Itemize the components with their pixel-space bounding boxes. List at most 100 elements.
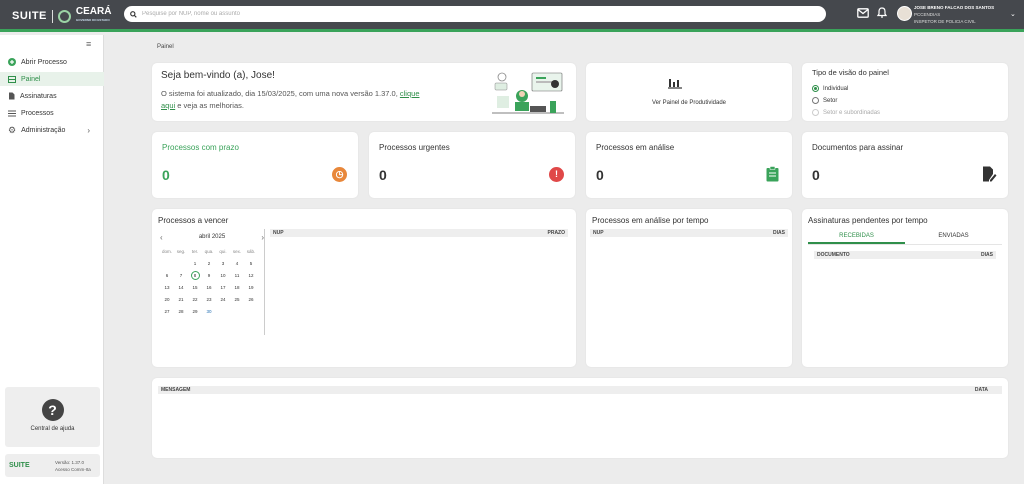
calendar-day[interactable]: 29 [188, 307, 202, 316]
calendar-day[interactable]: 18 [230, 283, 244, 292]
calendar-day[interactable]: 22 [188, 295, 202, 304]
calendar-day[interactable]: 15 [188, 283, 202, 292]
welcome-card: Seja bem-vindo (a), Jose! O sistema foi … [152, 63, 576, 121]
sidebar-item-label: Administração [21, 126, 66, 134]
help-label: Central de ajuda [30, 426, 75, 432]
search-input[interactable] [142, 11, 742, 17]
calendar-weekday: sáb. [246, 249, 256, 254]
calendar-day[interactable]: 26 [244, 295, 258, 304]
calendar-day[interactable]: 7 [174, 271, 188, 280]
calendar-day[interactable]: 17 [216, 283, 230, 292]
tab-enviadas[interactable]: ENVIADAS [905, 230, 1002, 244]
collapse-menu-icon[interactable]: ≡ [86, 39, 91, 49]
calendar: ‹ abril 2025 › dom. seg. ter. qua. qui. sex. s… [160, 234, 264, 316]
pending-tabs: RECEBIDAS ENVIADAS [808, 230, 1002, 244]
calendar-day[interactable]: 16 [202, 283, 216, 292]
calendar-grid: dom. seg. ter. qua. qui. sex. sáb. 1 2 3 4 5 6 7 8 9 10 1… [160, 247, 264, 316]
chevron-left-icon[interactable]: ‹ [160, 234, 163, 244]
calendar-day[interactable]: 24 [216, 295, 230, 304]
calendar-day[interactable]: 13 [160, 283, 174, 292]
calendar-day[interactable]: 8 [190, 271, 200, 280]
version-info: SUITE Versão: 1.37.0 Acesso Comm-Ita [5, 454, 100, 477]
analysis-time-card: Processos em análise por tempo NUP DIAS [586, 209, 792, 367]
question-icon: ? [41, 399, 64, 421]
calendar-day[interactable]: 27 [160, 307, 174, 316]
tab-underline [808, 244, 1002, 245]
analysis-table-header: NUP DIAS [590, 229, 788, 237]
ceara-logo-sub: GOVERNO DO ESTADO [75, 18, 110, 22]
sidebar: ≡ Abrir Processo Painel Assinaturas Proc… [0, 35, 104, 484]
calendar-day[interactable]: 19 [244, 283, 258, 292]
calendar-day[interactable]: 21 [174, 295, 188, 304]
calendar-day[interactable]: 25 [230, 295, 244, 304]
calendar-day[interactable]: 14 [174, 283, 188, 292]
chevron-right-icon: › [87, 125, 90, 135]
calendar-day[interactable]: 3 [216, 259, 230, 268]
productivity-card[interactable]: Ver Painel de Produtividade [586, 63, 792, 121]
stat-value: 0 [596, 167, 604, 183]
user-name: JOSE BRENO FALCAO DOS SANTOS [914, 5, 995, 10]
list-icon [8, 110, 16, 116]
top-bar: SUITE CEARÁGOVERNO DO ESTADO JOSE BRENO … [0, 0, 1024, 32]
sidebar-item-abrir-processo[interactable]: Abrir Processo [0, 55, 104, 69]
avatar[interactable] [897, 6, 912, 21]
stat-title: Processos em análise [596, 143, 675, 152]
calendar-day[interactable]: 20 [160, 295, 174, 304]
calendar-header: ‹ abril 2025 › [160, 234, 264, 244]
ceara-emblem-icon [57, 9, 71, 23]
stat-card-prazo[interactable]: Processos com prazo 0 ◷ [152, 132, 358, 198]
calendar-day[interactable]: 12 [244, 271, 258, 280]
user-info[interactable]: JOSE BRENO FALCAO DOS SANTOS PCCENDIAS I… [914, 4, 994, 25]
logo[interactable]: SUITE CEARÁ GOVERNO DO ESTADO [12, 7, 111, 25]
calendar-day[interactable]: 23 [202, 295, 216, 304]
col-dias: DIAS [981, 252, 993, 258]
version-brand: SUITE [9, 462, 30, 469]
col-dias: DIAS [773, 230, 785, 236]
calendar-day[interactable]: 2 [202, 259, 216, 268]
calendar-day[interactable]: 9 [202, 271, 216, 280]
stat-value: 0 [812, 167, 820, 183]
calendar-day[interactable]: 10 [216, 271, 230, 280]
radio-button[interactable] [812, 97, 819, 104]
calendar-weekday: qui. [219, 249, 227, 254]
sidebar-item-painel[interactable]: Painel [0, 72, 104, 86]
stat-card-documentos[interactable]: Documentos para assinar 0 [802, 132, 1008, 198]
stat-value: 0 [379, 167, 387, 183]
mail-icon[interactable] [857, 7, 869, 18]
help-center[interactable]: ? Central de ajuda [5, 387, 100, 447]
col-documento: DOCUMENTO [817, 252, 850, 258]
productivity-label: Ver Painel de Produtividade [651, 100, 727, 106]
logo-divider [51, 9, 53, 23]
stat-title: Processos com prazo [162, 143, 239, 152]
radio-button [812, 109, 819, 116]
radio-button[interactable] [812, 85, 819, 92]
calendar-day[interactable]: 1 [188, 259, 202, 268]
calendar-divider [264, 229, 265, 335]
sidebar-nav: Abrir Processo Painel Assinaturas Proces… [0, 55, 104, 140]
radio-setor-subordinadas: Setor e subordinadas [812, 109, 880, 116]
sidebar-item-administracao[interactable]: ⚙ Administração › [0, 123, 104, 137]
sidebar-item-label: Painel [21, 75, 41, 83]
sidebar-item-processos[interactable]: Processos [0, 106, 104, 120]
calendar-day[interactable]: 28 [174, 307, 188, 316]
version-text: Versão: 1.37.0 Acesso Comm-Ita [55, 459, 91, 473]
col-nup: NUP [593, 230, 604, 236]
calendar-day[interactable]: 11 [230, 271, 244, 280]
calendar-day[interactable]: 4 [230, 259, 244, 268]
search-bar[interactable] [124, 6, 826, 22]
calendar-day[interactable]: 5 [244, 259, 258, 268]
calendar-day[interactable]: 30 [202, 307, 216, 316]
radio-individual[interactable]: Individual [812, 85, 848, 92]
stat-card-urgentes[interactable]: Processos urgentes 0 ! [369, 132, 575, 198]
calendar-day[interactable]: 6 [160, 271, 174, 280]
bell-icon[interactable] [877, 7, 887, 18]
chevron-down-icon[interactable]: ⌄ [1010, 10, 1016, 18]
sidebar-item-assinaturas[interactable]: Assinaturas [0, 89, 104, 103]
clipboard-icon [766, 166, 779, 182]
analysis-title: Processos em análise por tempo [592, 216, 709, 225]
tab-recebidas[interactable]: RECEBIDAS [808, 230, 905, 244]
calendar-weekday: seg. [176, 249, 186, 254]
radio-setor[interactable]: Setor [812, 97, 837, 104]
stat-card-analise[interactable]: Processos em análise 0 [586, 132, 792, 198]
ceara-logo-text: CEARÁ GOVERNO DO ESTADO [76, 7, 112, 25]
